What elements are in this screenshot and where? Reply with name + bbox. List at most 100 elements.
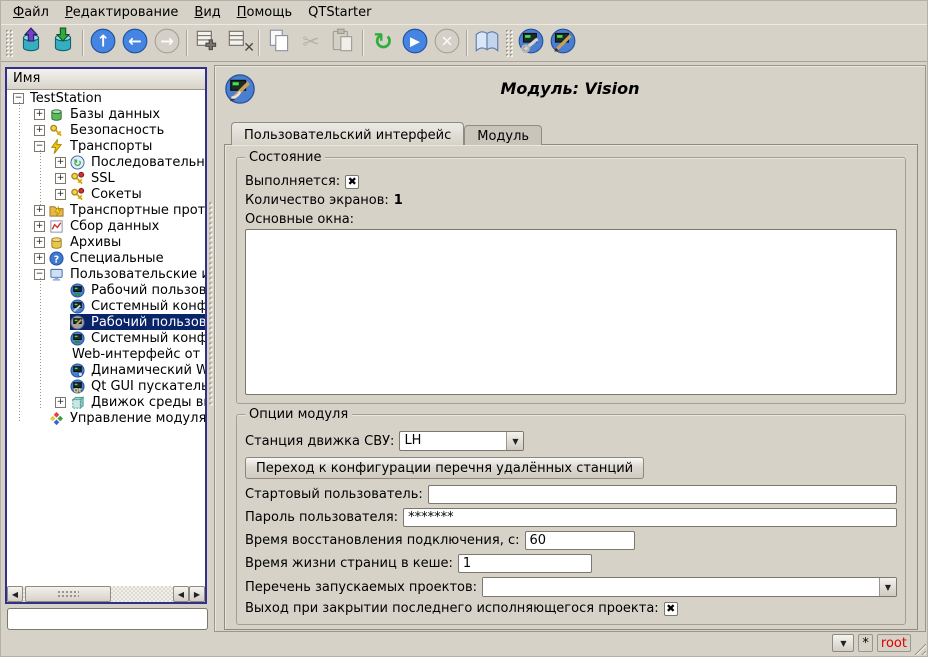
expand-icon[interactable]: + (55, 397, 66, 408)
expand-icon[interactable]: + (34, 237, 45, 248)
stop-icon: ✕ (433, 27, 461, 59)
status-dropdown-button[interactable]: ▼ (832, 634, 854, 652)
web-config-icon (70, 331, 85, 346)
copy-button[interactable] (263, 27, 295, 59)
main-windows-list[interactable] (245, 229, 897, 395)
tree-branch-line (40, 150, 41, 206)
cache-lifetime-input[interactable] (458, 554, 592, 573)
running-checkbox[interactable]: ✖ (345, 175, 359, 189)
reconnect-time-label: Время восстановления подключения, с: (245, 533, 520, 548)
expand-icon[interactable]: + (55, 157, 66, 168)
manual-button[interactable] (471, 27, 503, 59)
svg-text:✂: ✂ (302, 30, 319, 54)
exit-on-close-checkbox[interactable]: ✖ (664, 602, 678, 616)
remove-item-button[interactable]: ✕ (223, 27, 255, 59)
cut-icon: ✂ (297, 27, 325, 59)
paste-button (327, 27, 359, 59)
transports-icon (49, 139, 64, 154)
tree-item[interactable]: Динамический W (7, 362, 205, 378)
web-ui-icon (70, 363, 85, 378)
tree-item-label: Движок среды ви (89, 395, 205, 410)
run-projects-combobox[interactable]: ▼ (482, 577, 897, 597)
tab-module[interactable]: Модуль (464, 125, 542, 145)
refresh-icon: ↻ (369, 27, 397, 59)
scroll-thumb[interactable] (25, 586, 111, 602)
expand-icon[interactable]: + (34, 205, 45, 216)
run-projects-input[interactable] (483, 578, 879, 596)
tree-item[interactable]: +?Специальные (7, 250, 205, 266)
expand-icon[interactable]: + (34, 221, 45, 232)
tree-item[interactable]: Web-интерфейс от п (7, 346, 205, 362)
tree-item[interactable]: Управление модулям (7, 410, 205, 426)
toolbar-drag-handle[interactable] (5, 29, 13, 57)
tree-item[interactable]: Системный конф (7, 330, 205, 346)
status-group-title: Состояние (245, 150, 325, 165)
module-config-panel: Модуль: Vision Пользовательский интерфей… (214, 65, 926, 632)
tree-item[interactable]: +Сбор данных (7, 218, 205, 234)
tree-item[interactable]: +Безопасность (7, 122, 205, 138)
svg-text:?: ? (54, 254, 59, 265)
station-label: Станция движка СВУ: (245, 434, 394, 449)
start-user-input[interactable] (428, 485, 897, 504)
save-to-db-button[interactable] (47, 27, 79, 59)
expand-icon[interactable]: + (55, 173, 66, 184)
configurator-icon (517, 27, 545, 59)
menu-qtstarter[interactable]: QTStarter (300, 2, 379, 23)
tree-filter-input[interactable] (7, 608, 208, 630)
scroll-left-button-2[interactable]: ◀ (173, 586, 189, 602)
current-user-badge[interactable]: root (877, 634, 911, 652)
load-from-db-button[interactable] (15, 27, 47, 59)
menu-файл[interactable]: Файл (5, 2, 57, 23)
paste-icon (329, 27, 357, 59)
tree-item[interactable]: −Транспорты (7, 138, 205, 154)
tree-item[interactable]: +Транспортные прото (7, 202, 205, 218)
chevron-down-icon[interactable]: ▼ (879, 578, 896, 596)
tree-item[interactable]: +↻Последовательны (7, 154, 205, 170)
ssl-icon (70, 171, 85, 186)
tree-item[interactable]: QtQt GUI пускатель (7, 378, 205, 394)
chevron-down-icon[interactable]: ▼ (506, 432, 523, 450)
svg-text:↑: ↑ (96, 32, 110, 51)
scroll-left-button[interactable]: ◀ (7, 586, 23, 602)
expand-icon[interactable]: + (34, 125, 45, 136)
svg-text:↻: ↻ (73, 157, 82, 169)
reconnect-time-input[interactable] (525, 531, 635, 550)
vision-dev-button[interactable] (547, 27, 579, 59)
menu-помощь[interactable]: Помощь (229, 2, 300, 23)
tree-item[interactable]: Рабочий пользова (7, 314, 205, 330)
tree-item[interactable]: −Пользовательские и (7, 266, 205, 282)
back-icon: ← (121, 27, 149, 59)
tree-item[interactable]: Системный конф (7, 298, 205, 314)
back-button[interactable]: ← (119, 27, 151, 59)
tree-item-label: Рабочий пользова (89, 283, 205, 298)
expand-icon[interactable]: + (55, 189, 66, 200)
scroll-track[interactable] (111, 586, 173, 602)
scroll-right-button[interactable]: ▶ (189, 586, 205, 602)
tree-item[interactable]: −TestStation (7, 90, 205, 106)
tree-horizontal-scrollbar[interactable]: ◀ ◀ ▶ (7, 586, 205, 602)
tree-header[interactable]: Имя (7, 69, 205, 90)
tab-user-interface[interactable]: Пользовательский интерфейс (231, 122, 464, 145)
expand-icon[interactable]: + (34, 253, 45, 264)
goto-remote-stations-button[interactable]: Переход к конфигурации перечня удалённых… (245, 457, 644, 479)
tree-item[interactable]: +Сокеты (7, 186, 205, 202)
load-from-db-icon (17, 27, 45, 59)
configurator-button[interactable] (515, 27, 547, 59)
station-combobox[interactable]: LH ▼ (399, 431, 524, 451)
user-password-input[interactable] (403, 508, 897, 527)
refresh-button[interactable]: ↻ (367, 27, 399, 59)
tree-item[interactable]: WРабочий пользова (7, 282, 205, 298)
toolbar-drag-handle[interactable] (505, 29, 513, 57)
tree-item-label: Qt GUI пускатель (89, 379, 205, 394)
tree-item[interactable]: + Движок среды ви (7, 394, 205, 410)
tree-item[interactable]: +SSL (7, 170, 205, 186)
menu-вид[interactable]: Вид (186, 2, 228, 23)
svg-text:←: ← (128, 32, 142, 51)
menu-редактирование[interactable]: Редактирование (57, 2, 186, 23)
add-item-button[interactable] (191, 27, 223, 59)
expand-icon[interactable]: + (34, 109, 45, 120)
tree-item[interactable]: +Базы данных (7, 106, 205, 122)
tree-item[interactable]: +Архивы (7, 234, 205, 250)
start-button[interactable]: ▶ (399, 27, 431, 59)
up-level-button[interactable]: ↑ (87, 27, 119, 59)
